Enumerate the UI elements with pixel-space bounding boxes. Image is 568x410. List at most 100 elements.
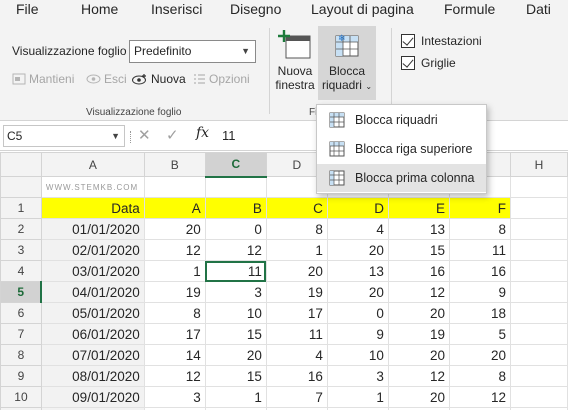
value-cell[interactable]: 12 xyxy=(387,365,450,387)
row-header[interactable]: 8 xyxy=(0,344,42,366)
cell[interactable] xyxy=(510,197,568,219)
date-cell[interactable]: 01/01/2020 xyxy=(40,218,145,240)
name-box[interactable]: C5 ▼ xyxy=(3,125,125,147)
value-cell[interactable]: 12 xyxy=(143,239,206,261)
value-cell[interactable]: 3 xyxy=(204,281,267,303)
menu-item-freeze-first-column[interactable]: Blocca prima colonna xyxy=(317,164,486,192)
sheet-view-select[interactable]: Predefinito ▼ xyxy=(129,40,256,63)
value-cell[interactable]: 12 xyxy=(387,281,450,303)
date-cell[interactable]: 03/01/2020 xyxy=(40,260,145,282)
date-cell[interactable]: 09/01/2020 xyxy=(40,386,145,408)
value-cell[interactable]: 17 xyxy=(143,323,206,345)
row-header[interactable]: 7 xyxy=(0,323,42,345)
value-cell[interactable]: 1 xyxy=(265,239,328,261)
cell[interactable] xyxy=(143,176,206,198)
value-cell[interactable]: 20 xyxy=(387,386,450,408)
cell[interactable] xyxy=(510,260,568,282)
value-cell[interactable]: 13 xyxy=(326,260,389,282)
date-cell[interactable]: 08/01/2020 xyxy=(40,365,145,387)
column-header-c[interactable]: C xyxy=(204,152,267,178)
value-cell[interactable]: 3 xyxy=(143,386,206,408)
row-header[interactable]: 4 xyxy=(0,260,42,282)
cell[interactable] xyxy=(510,323,568,345)
header-cell[interactable]: A xyxy=(143,197,206,219)
new-view-button[interactable]: Nuova xyxy=(131,72,186,86)
row-header[interactable]: 1 xyxy=(0,197,42,219)
value-cell[interactable]: 16 xyxy=(387,260,450,282)
cell[interactable] xyxy=(510,365,568,387)
value-cell[interactable]: 20 xyxy=(387,302,450,324)
cell[interactable] xyxy=(510,176,568,198)
exit-button[interactable]: Esci xyxy=(86,72,127,86)
value-cell[interactable]: 0 xyxy=(326,302,389,324)
date-cell[interactable]: 04/01/2020 xyxy=(40,281,145,303)
row-header[interactable]: 10 xyxy=(0,386,42,408)
date-cell[interactable]: 07/01/2020 xyxy=(40,344,145,366)
value-cell[interactable]: 20 xyxy=(448,344,512,366)
freeze-panes-button[interactable]: ❄ Blocca riquadri ⌄ xyxy=(318,26,376,100)
row-header[interactable]: 5 xyxy=(0,281,43,303)
date-cell[interactable]: 05/01/2020 xyxy=(40,302,145,324)
value-cell[interactable]: 14 xyxy=(143,344,206,366)
value-cell[interactable]: 11 xyxy=(265,323,328,345)
tab-page-layout[interactable]: Layout di pagina xyxy=(311,0,414,20)
new-window-button[interactable]: Nuova finestra xyxy=(273,26,317,100)
formula-bar-grip[interactable] xyxy=(130,131,132,143)
value-cell[interactable]: 15 xyxy=(204,323,267,345)
tab-file[interactable]: File xyxy=(16,0,39,20)
header-cell[interactable]: F xyxy=(448,197,512,219)
cell[interactable] xyxy=(510,281,568,303)
value-cell[interactable]: 17 xyxy=(265,302,328,324)
column-header-a[interactable]: A xyxy=(40,152,145,177)
value-cell[interactable]: 20 xyxy=(326,281,389,303)
value-cell[interactable]: 12 xyxy=(204,239,267,261)
value-cell[interactable]: 1 xyxy=(326,386,389,408)
active-cell[interactable]: 11 xyxy=(204,260,267,282)
value-cell[interactable]: 20 xyxy=(387,344,450,366)
headings-checkbox[interactable]: Intestazioni xyxy=(401,34,482,48)
value-cell[interactable]: 8 xyxy=(265,218,328,240)
select-all-corner[interactable] xyxy=(0,152,42,177)
value-cell[interactable]: 5 xyxy=(448,323,512,345)
value-cell[interactable]: 4 xyxy=(265,344,328,366)
menu-item-freeze-panes[interactable]: Blocca riquadri xyxy=(317,106,486,134)
value-cell[interactable]: 16 xyxy=(448,260,512,282)
options-button[interactable]: Opzioni xyxy=(193,72,250,86)
column-header-h[interactable]: H xyxy=(510,152,568,177)
value-cell[interactable]: 8 xyxy=(448,218,512,240)
value-cell[interactable]: 12 xyxy=(448,386,512,408)
value-cell[interactable]: 19 xyxy=(143,281,206,303)
value-cell[interactable]: 16 xyxy=(265,365,328,387)
enter-icon[interactable]: ✓ xyxy=(166,126,179,144)
value-cell[interactable]: 9 xyxy=(326,323,389,345)
value-cell[interactable]: 20 xyxy=(326,239,389,261)
cell[interactable] xyxy=(510,386,568,408)
value-cell[interactable]: 7 xyxy=(265,386,328,408)
header-cell[interactable]: D xyxy=(326,197,389,219)
cell[interactable] xyxy=(510,302,568,324)
cell[interactable] xyxy=(510,218,568,240)
date-cell[interactable]: 02/01/2020 xyxy=(40,239,145,261)
value-cell[interactable]: 10 xyxy=(204,302,267,324)
value-cell[interactable]: 20 xyxy=(143,218,206,240)
value-cell[interactable]: 1 xyxy=(143,260,206,282)
value-cell[interactable]: 12 xyxy=(143,365,206,387)
header-cell[interactable]: C xyxy=(265,197,328,219)
value-cell[interactable]: 8 xyxy=(143,302,206,324)
value-cell[interactable]: 8 xyxy=(448,365,512,387)
date-cell[interactable]: 06/01/2020 xyxy=(40,323,145,345)
menu-item-freeze-top-row[interactable]: Blocca riga superiore xyxy=(317,135,486,163)
value-cell[interactable]: 20 xyxy=(265,260,328,282)
value-cell[interactable]: 20 xyxy=(204,344,267,366)
tab-draw[interactable]: Disegno xyxy=(230,0,281,20)
value-cell[interactable]: 19 xyxy=(387,323,450,345)
value-cell[interactable]: 10 xyxy=(326,344,389,366)
value-cell[interactable]: 9 xyxy=(448,281,512,303)
row-header[interactable]: 3 xyxy=(0,239,42,261)
row-header[interactable]: 2 xyxy=(0,218,42,240)
tab-home[interactable]: Home xyxy=(81,0,118,20)
value-cell[interactable]: 3 xyxy=(326,365,389,387)
value-cell[interactable]: 15 xyxy=(204,365,267,387)
cell[interactable] xyxy=(510,344,568,366)
cell[interactable] xyxy=(510,239,568,261)
